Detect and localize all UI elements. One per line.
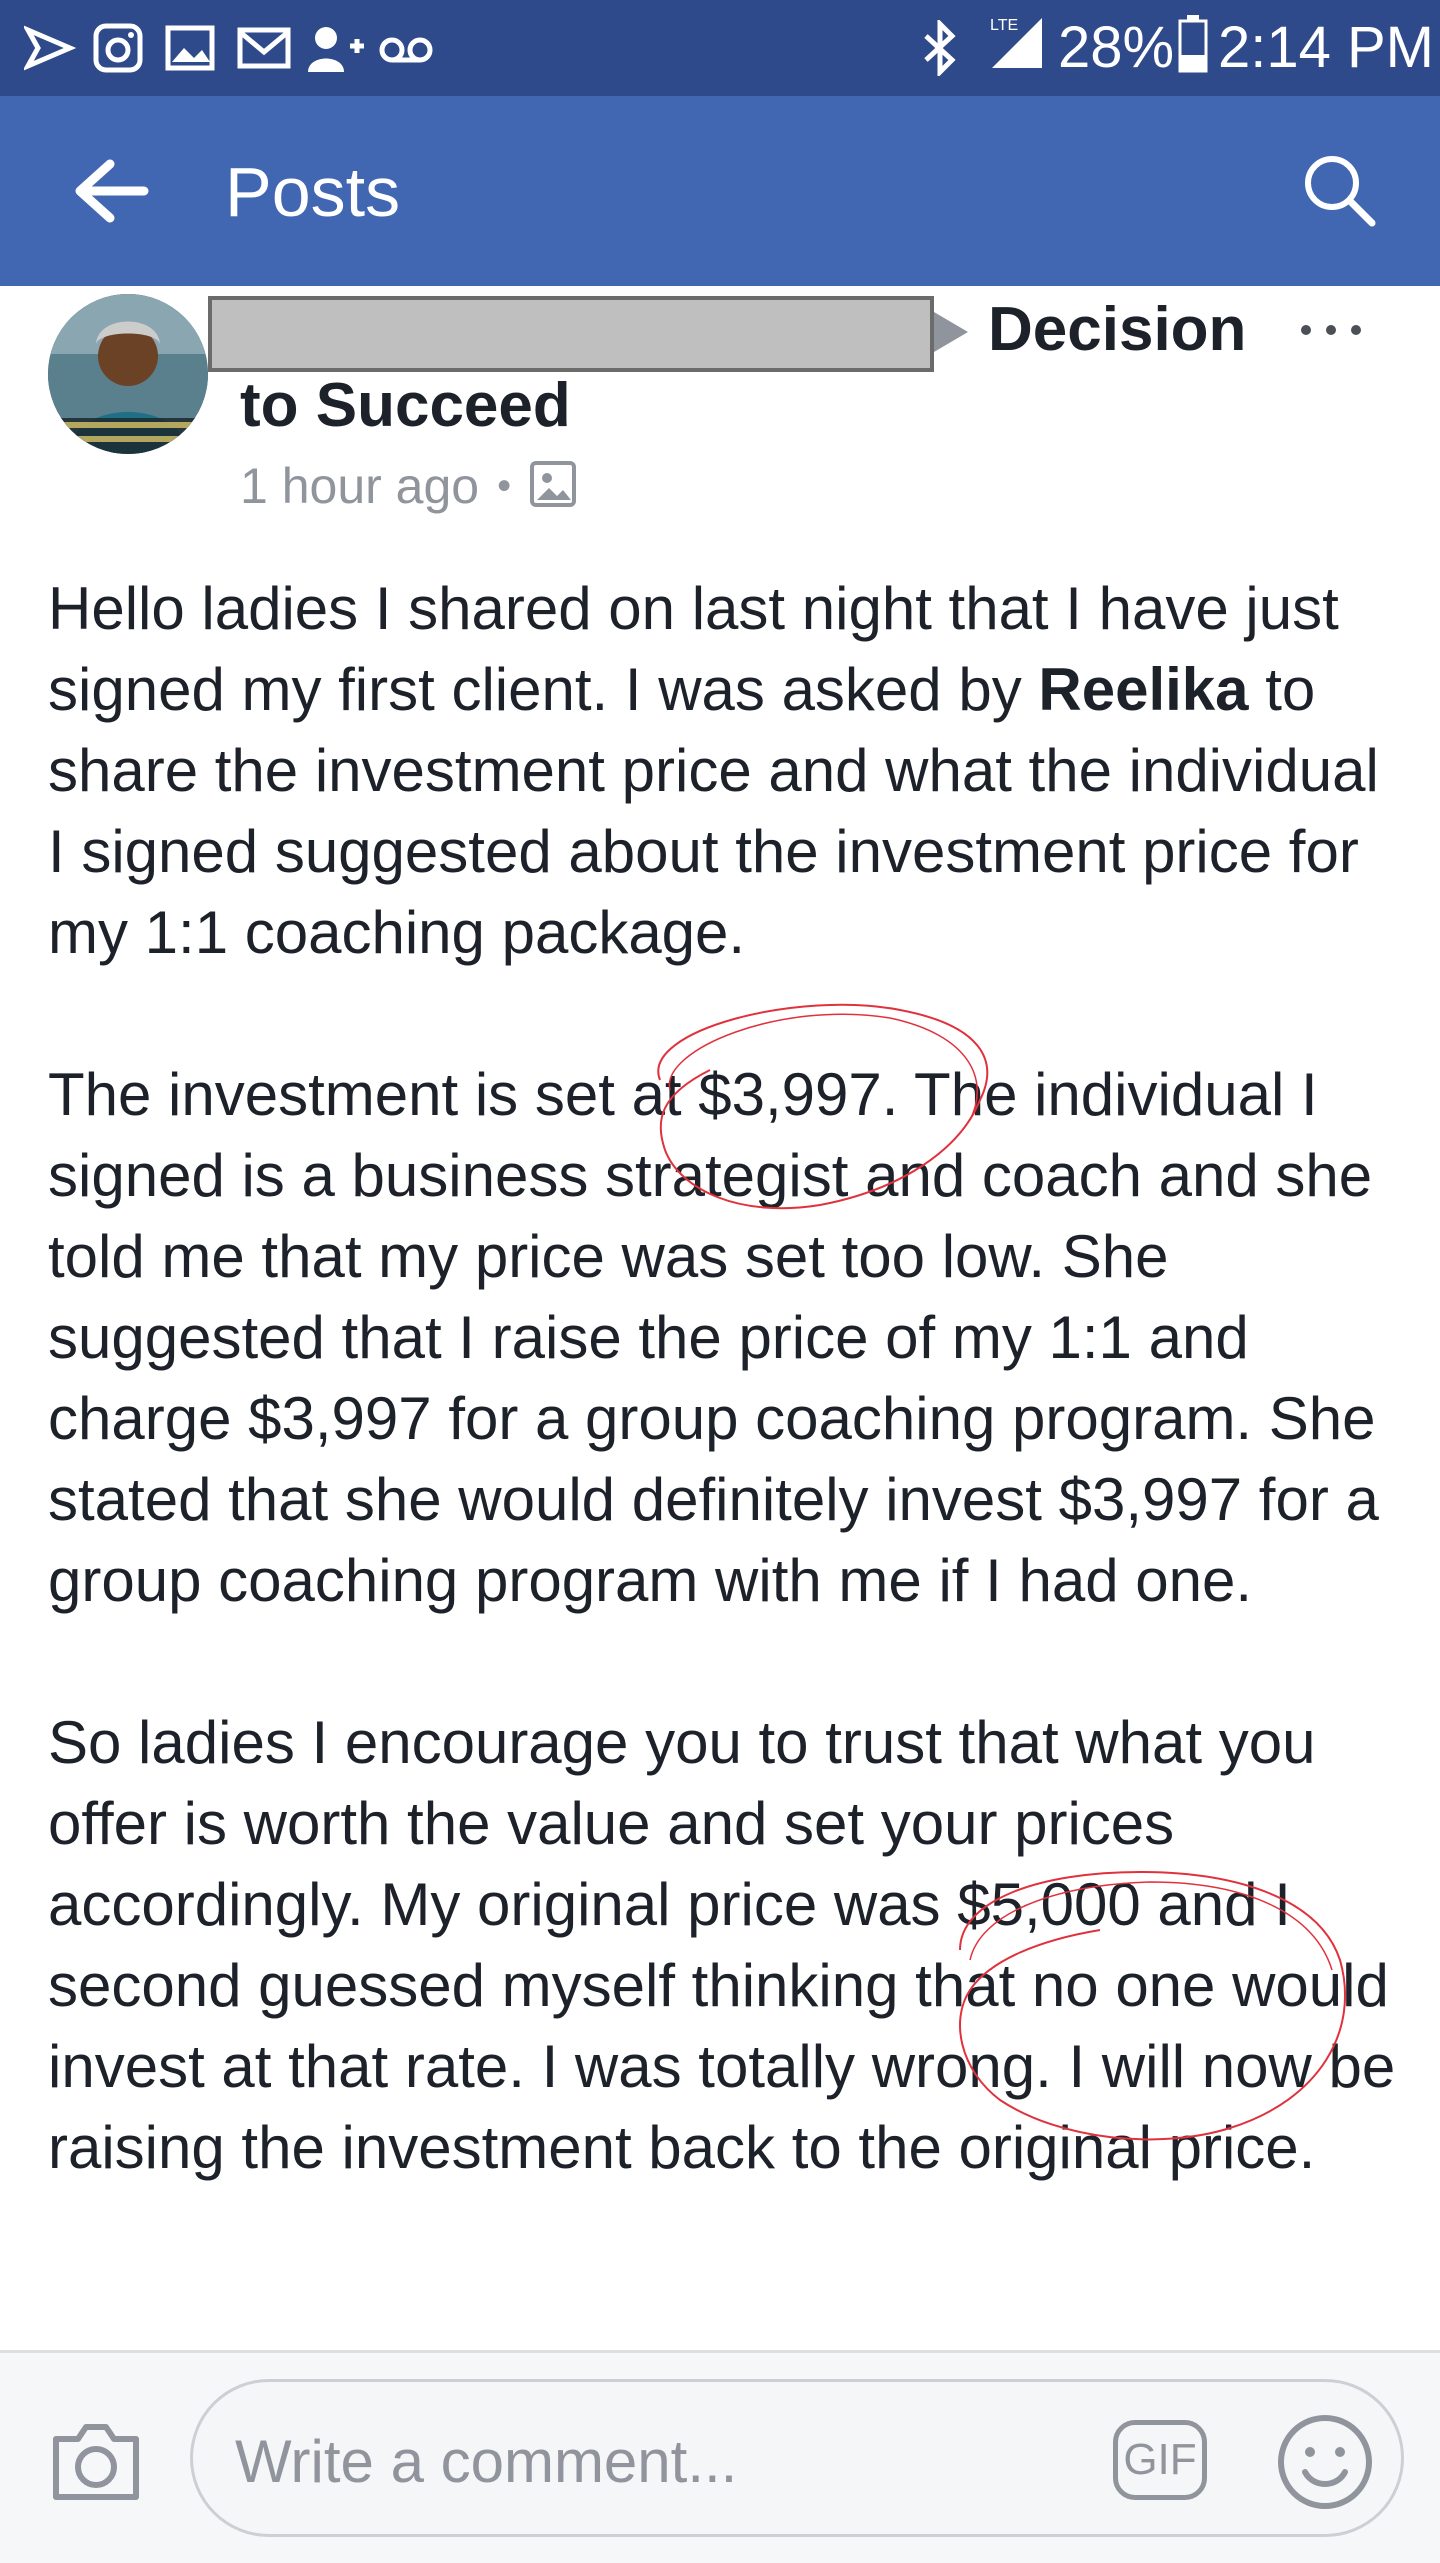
battery-percent: 28% xyxy=(1058,15,1175,80)
group-name[interactable]: Decision xyxy=(988,294,1246,366)
mail-icon xyxy=(236,22,292,74)
gif-button[interactable]: GIF xyxy=(1113,2420,1207,2500)
redacted-author-name xyxy=(208,296,934,372)
instagram-icon xyxy=(92,22,144,74)
mention-link[interactable]: Reelika xyxy=(1038,656,1248,723)
battery-icon xyxy=(1178,15,1208,73)
svg-text:LTE: LTE xyxy=(990,17,1018,34)
post-paragraph-1: Hello ladies I shared on last night that… xyxy=(48,568,1408,973)
comment-input[interactable] xyxy=(233,2416,1087,2506)
add-friend-icon xyxy=(306,22,366,74)
more-options-icon[interactable] xyxy=(1296,300,1366,360)
post-timestamp[interactable]: 1 hour ago xyxy=(240,457,479,515)
group-name-continued[interactable]: to Succeed xyxy=(240,370,571,442)
separator-dot: • xyxy=(497,463,512,508)
shared-to-arrow-icon xyxy=(934,312,968,352)
comment-field: GIF xyxy=(190,2379,1404,2537)
voicemail-icon xyxy=(378,22,434,74)
comment-bar: GIF xyxy=(0,2350,1440,2563)
post-body: Hello ladies I shared on last night that… xyxy=(48,568,1408,2269)
gallery-icon xyxy=(164,22,216,74)
clock: 2:14 PM xyxy=(1218,15,1434,80)
avatar[interactable] xyxy=(48,294,208,454)
post-paragraph-3: So ladies I encourage you to trust that … xyxy=(48,1709,1412,2181)
signal-icon: LTE xyxy=(984,16,1044,68)
post-paragraph-2: The investment is set at $3,997. The ind… xyxy=(48,1061,1396,1614)
back-arrow-icon[interactable] xyxy=(70,156,150,226)
app-bar: Posts xyxy=(0,96,1440,286)
search-icon[interactable] xyxy=(1300,151,1380,231)
emoji-icon[interactable] xyxy=(1273,2410,1377,2514)
post-meta: 1 hour ago • xyxy=(240,456,577,516)
send-icon xyxy=(24,22,76,74)
camera-icon[interactable] xyxy=(48,2419,144,2505)
status-bar: LTE 28% 2:14 PM xyxy=(0,0,1440,96)
bluetooth-icon xyxy=(920,20,960,76)
photo-icon xyxy=(529,460,577,513)
page-title: Posts xyxy=(225,153,401,231)
